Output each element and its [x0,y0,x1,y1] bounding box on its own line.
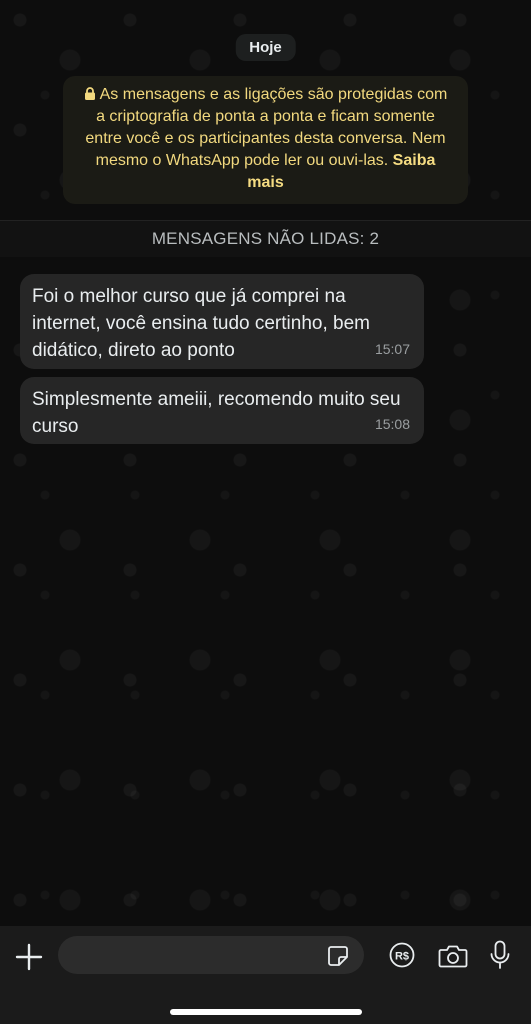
message-text: Simplesmente ameiii, recomendo muito seu… [32,389,401,437]
message-input[interactable] [58,936,364,974]
lock-icon [84,87,95,100]
camera-icon[interactable] [438,943,468,969]
message-time: 15:08 [374,416,410,432]
unread-divider: MENSAGENS NÃO LIDAS: 2 [0,220,531,257]
mic-icon[interactable] [489,940,511,970]
home-indicator [170,1009,362,1015]
unread-divider-label: MENSAGENS NÃO LIDAS: 2 [151,229,380,248]
plus-icon[interactable] [14,942,44,972]
encryption-notice[interactable]: As mensagens e as ligações são protegida… [63,76,468,204]
svg-text:R$: R$ [395,951,409,963]
message-time: 15:07 [374,341,410,357]
message-text: Foi o melhor curso que já comprei na int… [32,286,370,361]
message-bubble[interactable]: Foi o melhor curso que já comprei na int… [20,274,424,369]
payment-icon[interactable]: R$ [389,942,415,968]
date-label: Hoje [235,34,296,61]
sticker-icon[interactable] [327,945,349,967]
message-bubble[interactable]: Simplesmente ameiii, recomendo muito seu… [20,377,424,444]
